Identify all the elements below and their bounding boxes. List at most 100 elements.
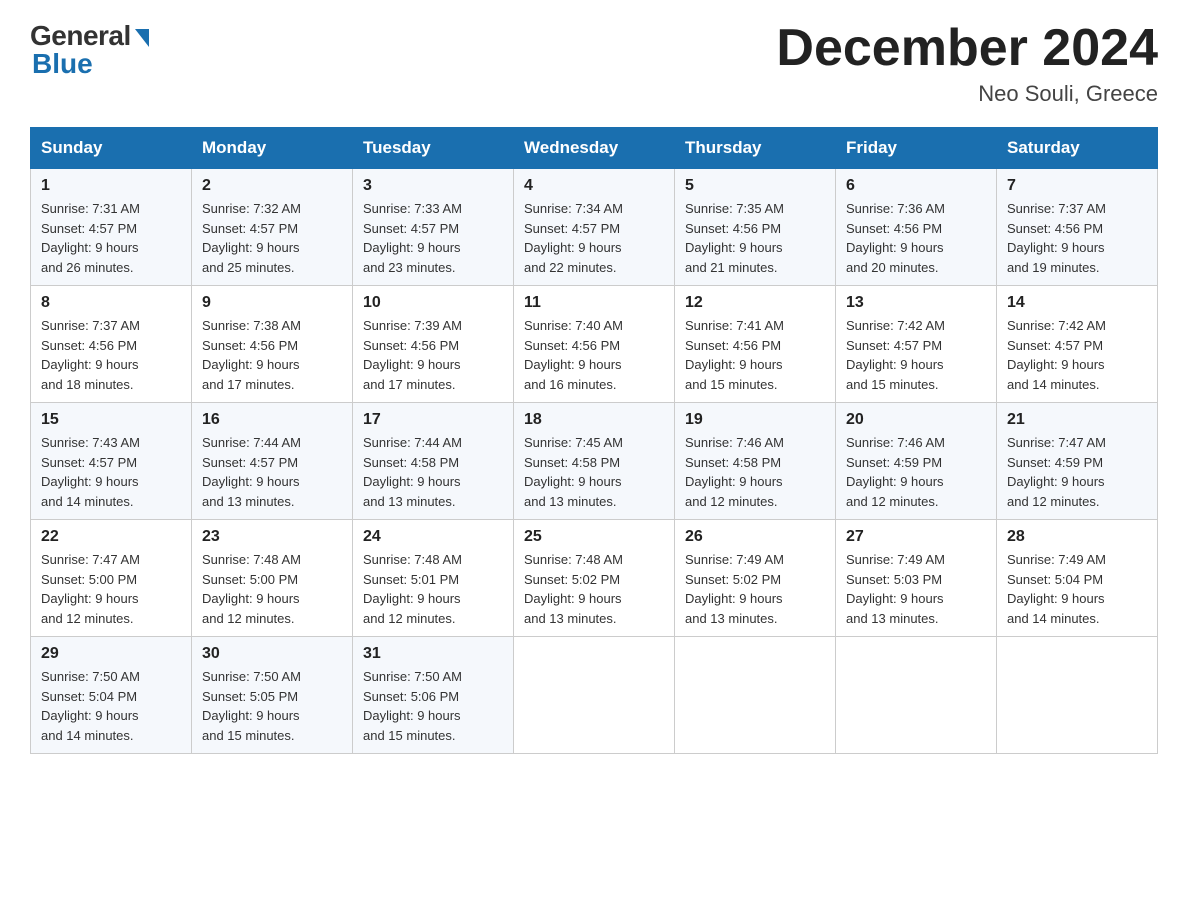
day-info: Sunrise: 7:45 AMSunset: 4:58 PMDaylight:… [524,433,664,511]
weekday-header-saturday: Saturday [997,128,1158,169]
calendar-cell: 19 Sunrise: 7:46 AMSunset: 4:58 PMDayligh… [675,403,836,520]
weekday-header-sunday: Sunday [31,128,192,169]
calendar-cell: 13 Sunrise: 7:42 AMSunset: 4:57 PMDayligh… [836,286,997,403]
calendar-cell: 6Sunrise: 7:36 AMSunset: 4:56 PMDaylight… [836,169,997,286]
day-info: Sunrise: 7:46 AMSunset: 4:58 PMDaylight:… [685,433,825,511]
day-info: Sunrise: 7:39 AMSunset: 4:56 PMDaylight:… [363,316,503,394]
day-number: 23 [202,528,342,546]
day-number: 4 [524,177,664,195]
day-number: 30 [202,645,342,663]
day-info: Sunrise: 7:40 AMSunset: 4:56 PMDaylight:… [524,316,664,394]
calendar-cell: 30 Sunrise: 7:50 AMSunset: 5:05 PMDayligh… [192,637,353,754]
weekday-header-friday: Friday [836,128,997,169]
day-number: 8 [41,294,181,312]
day-number: 2 [202,177,342,195]
weekday-header-wednesday: Wednesday [514,128,675,169]
day-info: Sunrise: 7:37 AMSunset: 4:56 PMDaylight:… [1007,199,1147,277]
month-year-title: December 2024 [776,20,1158,77]
day-info: Sunrise: 7:41 AMSunset: 4:56 PMDaylight:… [685,316,825,394]
calendar-cell: 10 Sunrise: 7:39 AMSunset: 4:56 PMDayligh… [353,286,514,403]
day-info: Sunrise: 7:50 AMSunset: 5:04 PMDaylight:… [41,667,181,745]
day-info: Sunrise: 7:50 AMSunset: 5:06 PMDaylight:… [363,667,503,745]
day-info: Sunrise: 7:33 AMSunset: 4:57 PMDaylight:… [363,199,503,277]
calendar-cell: 21 Sunrise: 7:47 AMSunset: 4:59 PMDayligh… [997,403,1158,520]
calendar-cell: 5 Sunrise: 7:35 AMSunset: 4:56 PMDaylight… [675,169,836,286]
calendar-cell: 12 Sunrise: 7:41 AMSunset: 4:56 PMDayligh… [675,286,836,403]
calendar-cell: 9Sunrise: 7:38 AMSunset: 4:56 PMDaylight… [192,286,353,403]
calendar-cell: 22Sunrise: 7:47 AMSunset: 5:00 PMDayligh… [31,520,192,637]
day-number: 10 [363,294,503,312]
day-number: 19 [685,411,825,429]
calendar-cell [836,637,997,754]
calendar-cell: 8 Sunrise: 7:37 AMSunset: 4:56 PMDaylight… [31,286,192,403]
calendar-cell: 26Sunrise: 7:49 AMSunset: 5:02 PMDayligh… [675,520,836,637]
day-info: Sunrise: 7:38 AMSunset: 4:56 PMDaylight:… [202,316,342,394]
day-info: Sunrise: 7:47 AMSunset: 4:59 PMDaylight:… [1007,433,1147,511]
calendar-cell [675,637,836,754]
weekday-header-row: SundayMondayTuesdayWednesdayThursdayFrid… [31,128,1158,169]
day-info: Sunrise: 7:42 AMSunset: 4:57 PMDaylight:… [846,316,986,394]
day-info: Sunrise: 7:49 AMSunset: 5:04 PMDaylight:… [1007,550,1147,628]
day-number: 5 [685,177,825,195]
day-number: 21 [1007,411,1147,429]
day-number: 3 [363,177,503,195]
logo-arrow-icon [135,29,149,47]
weekday-header-thursday: Thursday [675,128,836,169]
calendar-cell: 27Sunrise: 7:49 AMSunset: 5:03 PMDayligh… [836,520,997,637]
day-number: 18 [524,411,664,429]
day-number: 29 [41,645,181,663]
logo: General Blue [30,20,149,80]
day-number: 1 [41,177,181,195]
calendar-cell: 3 Sunrise: 7:33 AMSunset: 4:57 PMDaylight… [353,169,514,286]
calendar-cell: 2 Sunrise: 7:32 AMSunset: 4:57 PMDaylight… [192,169,353,286]
day-info: Sunrise: 7:36 AMSunset: 4:56 PMDaylight:… [846,199,986,277]
calendar-week-row: 8 Sunrise: 7:37 AMSunset: 4:56 PMDaylight… [31,286,1158,403]
calendar-cell: 4 Sunrise: 7:34 AMSunset: 4:57 PMDaylight… [514,169,675,286]
calendar-cell: 28 Sunrise: 7:49 AMSunset: 5:04 PMDayligh… [997,520,1158,637]
calendar-cell: 18 Sunrise: 7:45 AMSunset: 4:58 PMDayligh… [514,403,675,520]
calendar-cell [514,637,675,754]
calendar-cell [997,637,1158,754]
day-number: 28 [1007,528,1147,546]
day-number: 15 [41,411,181,429]
calendar-cell: 23 Sunrise: 7:48 AMSunset: 5:00 PMDayligh… [192,520,353,637]
day-info: Sunrise: 7:50 AMSunset: 5:05 PMDaylight:… [202,667,342,745]
day-number: 14 [1007,294,1147,312]
day-number: 17 [363,411,503,429]
calendar-cell: 24 Sunrise: 7:48 AMSunset: 5:01 PMDayligh… [353,520,514,637]
calendar-week-row: 15 Sunrise: 7:43 AMSunset: 4:57 PMDayligh… [31,403,1158,520]
day-info: Sunrise: 7:49 AMSunset: 5:03 PMDaylight:… [846,550,986,628]
day-number: 16 [202,411,342,429]
day-number: 31 [363,645,503,663]
day-number: 24 [363,528,503,546]
day-info: Sunrise: 7:47 AMSunset: 5:00 PMDaylight:… [41,550,181,628]
calendar-cell: 16Sunrise: 7:44 AMSunset: 4:57 PMDayligh… [192,403,353,520]
day-info: Sunrise: 7:34 AMSunset: 4:57 PMDaylight:… [524,199,664,277]
day-info: Sunrise: 7:48 AMSunset: 5:01 PMDaylight:… [363,550,503,628]
calendar-cell: 29 Sunrise: 7:50 AMSunset: 5:04 PMDayligh… [31,637,192,754]
day-number: 12 [685,294,825,312]
day-info: Sunrise: 7:32 AMSunset: 4:57 PMDaylight:… [202,199,342,277]
day-info: Sunrise: 7:42 AMSunset: 4:57 PMDaylight:… [1007,316,1147,394]
calendar-cell: 15 Sunrise: 7:43 AMSunset: 4:57 PMDayligh… [31,403,192,520]
day-info: Sunrise: 7:48 AMSunset: 5:00 PMDaylight:… [202,550,342,628]
calendar-week-row: 22Sunrise: 7:47 AMSunset: 5:00 PMDayligh… [31,520,1158,637]
calendar-cell: 1Sunrise: 7:31 AMSunset: 4:57 PMDaylight… [31,169,192,286]
title-block: December 2024 Neo Souli, Greece [776,20,1158,107]
day-number: 7 [1007,177,1147,195]
calendar-cell: 17Sunrise: 7:44 AMSunset: 4:58 PMDayligh… [353,403,514,520]
day-info: Sunrise: 7:35 AMSunset: 4:56 PMDaylight:… [685,199,825,277]
day-number: 25 [524,528,664,546]
day-info: Sunrise: 7:43 AMSunset: 4:57 PMDaylight:… [41,433,181,511]
calendar-cell: 25 Sunrise: 7:48 AMSunset: 5:02 PMDayligh… [514,520,675,637]
day-number: 26 [685,528,825,546]
day-info: Sunrise: 7:48 AMSunset: 5:02 PMDaylight:… [524,550,664,628]
day-info: Sunrise: 7:37 AMSunset: 4:56 PMDaylight:… [41,316,181,394]
page-header: General Blue December 2024 Neo Souli, Gr… [30,20,1158,107]
day-number: 13 [846,294,986,312]
calendar-cell: 7 Sunrise: 7:37 AMSunset: 4:56 PMDaylight… [997,169,1158,286]
logo-blue-text: Blue [32,48,93,80]
day-number: 20 [846,411,986,429]
day-info: Sunrise: 7:46 AMSunset: 4:59 PMDaylight:… [846,433,986,511]
weekday-header-monday: Monday [192,128,353,169]
